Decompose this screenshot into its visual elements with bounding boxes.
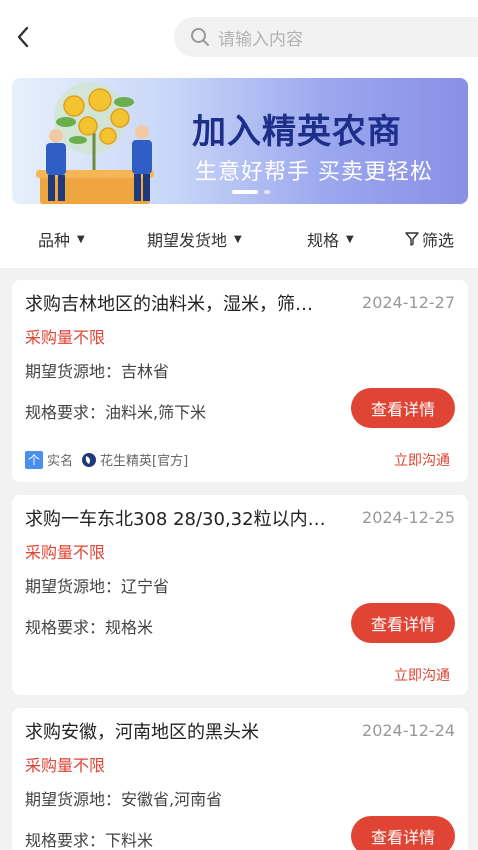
card-date: 2024-12-24	[362, 721, 455, 740]
filter-bar: 品种 ▼ 期望发货地 ▼ 规格 ▼ 筛选	[0, 214, 478, 260]
caret-down-icon: ▼	[234, 233, 242, 245]
chevron-left-icon	[17, 26, 29, 48]
banner-title: 加入精英农商	[192, 112, 402, 152]
caret-down-icon: ▼	[346, 233, 354, 245]
chat-now-link[interactable]: 立即沟通	[394, 665, 450, 685]
publisher-info: 个 实名 花生精英[官方]	[25, 450, 188, 469]
view-detail-button[interactable]: 查看详情	[351, 388, 455, 428]
promo-banner[interactable]: 加入精英农商 生意好帮手 买卖更轻松	[12, 78, 468, 204]
header: 请输入内容 加入精英农商 生意好帮手 买卖更轻松 品种 ▼ 期望发货地 ▼ 规格…	[0, 0, 478, 268]
publisher-logo-icon	[81, 452, 97, 468]
card-spec: 规格要求：下料米	[25, 831, 154, 850]
card-title: 求购安徽，河南地区的黑头米	[25, 722, 259, 743]
search-placeholder: 请输入内容	[218, 29, 303, 50]
banner-dot	[264, 190, 270, 194]
realname-label: 实名	[47, 454, 74, 469]
card-spec: 规格要求：油料米,筛下米	[25, 403, 207, 422]
banner-indicator	[232, 190, 270, 194]
card-date: 2024-12-25	[362, 508, 455, 527]
card-date: 2024-12-27	[362, 293, 455, 312]
money-tree-illustration	[36, 82, 154, 204]
caret-down-icon: ▼	[77, 233, 85, 245]
card-origin: 期望货源地：安徽省,河南省	[25, 790, 223, 809]
banner-dot-active	[232, 190, 258, 194]
purchase-card[interactable]: 求购吉林地区的油料米，湿米，筛… 2024-12-27 采购量不限 期望货源地：…	[12, 280, 468, 482]
banner-subtitle: 生意好帮手 买卖更轻松	[195, 160, 433, 185]
filter-spec[interactable]: 规格 ▼	[307, 227, 354, 251]
filter-variety[interactable]: 品种 ▼	[38, 227, 85, 251]
card-title: 求购吉林地区的油料米，湿米，筛…	[25, 294, 313, 315]
purchase-card[interactable]: 求购一车东北308 28/30,32粒以内… 2024-12-25 采购量不限 …	[12, 495, 468, 695]
funnel-icon	[405, 232, 419, 246]
view-detail-button[interactable]: 查看详情	[351, 816, 455, 850]
view-detail-button[interactable]: 查看详情	[351, 603, 455, 643]
search-icon	[190, 27, 210, 47]
filter-spec-label: 规格	[307, 231, 340, 250]
card-spec: 规格要求：规格米	[25, 618, 154, 637]
realname-badge-icon: 个	[25, 450, 43, 469]
back-button[interactable]	[10, 24, 36, 50]
filter-variety-label: 品种	[38, 231, 71, 250]
card-quantity: 采购量不限	[25, 328, 106, 347]
card-quantity: 采购量不限	[25, 543, 106, 562]
filter-origin-label: 期望发货地	[147, 231, 228, 250]
card-quantity: 采购量不限	[25, 756, 106, 775]
chat-now-link[interactable]: 立即沟通	[394, 450, 450, 470]
card-title: 求购一车东北308 28/30,32粒以内…	[25, 509, 326, 530]
purchase-card[interactable]: 求购安徽，河南地区的黑头米 2024-12-24 采购量不限 期望货源地：安徽省…	[12, 708, 468, 850]
card-origin: 期望货源地：辽宁省	[25, 577, 170, 596]
filter-origin[interactable]: 期望发货地 ▼	[147, 227, 242, 251]
search-input[interactable]: 请输入内容	[174, 17, 478, 57]
filter-screen[interactable]: 筛选	[405, 227, 454, 251]
publisher-name: 花生精英[官方]	[100, 454, 189, 469]
card-origin: 期望货源地：吉林省	[25, 362, 170, 381]
filter-screen-label: 筛选	[422, 231, 455, 250]
